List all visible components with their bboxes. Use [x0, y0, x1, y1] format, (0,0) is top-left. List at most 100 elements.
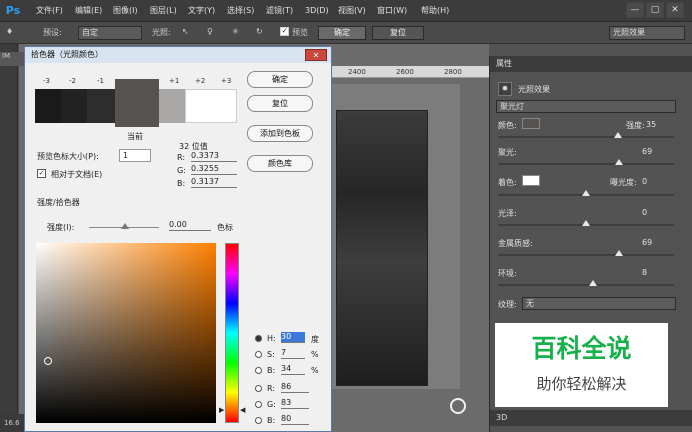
hue-slider[interactable]: [225, 243, 239, 423]
light-type-dropdown[interactable]: 聚光灯: [496, 100, 676, 113]
texture-label: 纹理:: [498, 300, 517, 309]
preview-checkbox[interactable]: ✓: [280, 27, 289, 36]
section-label: 强度/拾色器: [37, 198, 80, 207]
swatch-plus1[interactable]: [159, 89, 185, 123]
swatch-plus2[interactable]: [185, 89, 237, 123]
slider-thumb[interactable]: [615, 159, 624, 165]
menu-bar: Ps 文件(F) 编辑(E) 图像(I) 图层(L) 文字(Y) 选择(S) 滤…: [0, 0, 692, 22]
menu-file[interactable]: 文件(F): [36, 0, 63, 22]
metallic-label: 金属质感:: [498, 239, 533, 248]
b-label: B:: [267, 366, 276, 375]
options-bar: ♦ 预设: 自定 光照: ↖ ♀ ✳ ↻ ✓ 预览 确定 复位 光照效果: [0, 22, 692, 44]
light-effect-icon: ✹: [498, 82, 512, 96]
menu-type[interactable]: 文字(Y): [188, 0, 215, 22]
color-field-cursor[interactable]: [44, 357, 52, 365]
h-radio[interactable]: [255, 335, 262, 342]
metallic-slider[interactable]: [498, 250, 674, 256]
swatch-minus1[interactable]: [87, 89, 115, 123]
light-color-swatch[interactable]: [522, 118, 540, 129]
g32-field[interactable]: 0.3255: [191, 164, 237, 175]
dialog-title: 拾色器（光照颜色）: [25, 47, 331, 63]
intensity-value: 35: [646, 120, 657, 129]
menu-image[interactable]: 图像(I): [113, 0, 138, 22]
preview-label: 预览: [292, 28, 308, 37]
h-field[interactable]: 30: [281, 332, 305, 343]
hotspot-slider[interactable]: [498, 159, 674, 165]
hue-pointer-left[interactable]: ▶: [219, 406, 224, 414]
reset-button[interactable]: 复位: [247, 95, 313, 112]
point-light-icon[interactable]: ♀: [207, 27, 213, 36]
current-color-swatch[interactable]: [115, 79, 159, 127]
add-to-swatches-button[interactable]: 添加到色板: [247, 125, 313, 142]
intensity-slider[interactable]: [498, 132, 674, 138]
menu-help[interactable]: 帮助(H): [421, 0, 449, 22]
hotspot-label: 聚光:: [498, 148, 517, 157]
document-tab[interactable]: IM: [0, 52, 24, 66]
color-libraries-button[interactable]: 颜色库: [247, 155, 313, 172]
slider-thumb[interactable]: [589, 280, 598, 286]
preview-size-label: 预览色标大小(P):: [37, 152, 99, 161]
minimize-button[interactable]: —: [626, 2, 644, 18]
swatch-label: +1: [169, 77, 180, 85]
panel-header: 属性: [490, 56, 692, 72]
ok-button[interactable]: 确定: [247, 71, 313, 88]
preset-dropdown[interactable]: 自定: [78, 26, 142, 40]
swatch-minus3[interactable]: [35, 89, 61, 123]
s-radio[interactable]: [255, 351, 262, 358]
s-unit: %: [311, 350, 319, 359]
swatch-minus2[interactable]: [61, 89, 87, 123]
r32-field[interactable]: 0.3373: [191, 151, 237, 162]
s-field[interactable]: 7: [281, 348, 305, 359]
tint-swatch[interactable]: [522, 175, 540, 186]
slider-thumb[interactable]: [615, 250, 624, 256]
slider-thumb[interactable]: [582, 190, 590, 196]
r-field[interactable]: 86: [281, 382, 309, 393]
close-window-button[interactable]: ✕: [666, 2, 684, 18]
panel-3d-tab[interactable]: 3D: [490, 410, 692, 426]
ambience-slider[interactable]: [498, 280, 674, 286]
b-rgb-radio[interactable]: [255, 417, 262, 424]
menu-3d[interactable]: 3D(D): [305, 0, 329, 22]
menu-view[interactable]: 视图(V): [338, 0, 366, 22]
options-reset-button[interactable]: 复位: [372, 26, 424, 40]
exposure-value: 0: [642, 177, 648, 186]
hue-pointer-right[interactable]: ◀: [240, 406, 245, 414]
preview-size-dropdown[interactable]: 1: [119, 149, 151, 162]
b32-field[interactable]: 0.3137: [191, 177, 237, 188]
slider-thumb[interactable]: [582, 220, 590, 226]
texture-dropdown[interactable]: 无: [522, 297, 676, 310]
infinite-light-icon[interactable]: ✳: [232, 27, 239, 36]
rotate-light-icon[interactable]: ↻: [256, 27, 263, 36]
relative-checkbox[interactable]: ✓: [37, 169, 46, 178]
g-field[interactable]: 83: [281, 398, 309, 409]
menu-edit[interactable]: 编辑(E): [75, 0, 102, 22]
gloss-slider[interactable]: [498, 220, 674, 226]
effect-dropdown[interactable]: 光照效果: [609, 26, 685, 40]
gloss-value: 0: [642, 208, 648, 217]
intensity-field[interactable]: 0.00: [169, 220, 211, 231]
b-radio[interactable]: [255, 367, 262, 374]
b-rgb-field[interactable]: 80: [281, 414, 309, 425]
exposure-slider[interactable]: [498, 190, 674, 196]
r-radio[interactable]: [255, 385, 262, 392]
relative-label: 相对于文档(E): [51, 170, 103, 179]
menu-select[interactable]: 选择(S): [227, 0, 254, 22]
intensity-thumb[interactable]: [121, 223, 129, 229]
menu-filter[interactable]: 滤镜(T): [266, 0, 293, 22]
ruler-label: 2800: [444, 68, 462, 76]
document-image: [336, 110, 428, 386]
restore-button[interactable]: ▢: [646, 2, 664, 18]
r32-label: R:: [177, 153, 186, 162]
menu-layer[interactable]: 图层(L): [150, 0, 177, 22]
options-ok-button[interactable]: 确定: [318, 26, 366, 40]
spot-light-icon[interactable]: ↖: [182, 27, 189, 36]
ambience-value: 8: [642, 268, 648, 277]
menu-window[interactable]: 窗口(W): [377, 0, 407, 22]
b-field[interactable]: 34: [281, 364, 305, 375]
light-handle-icon[interactable]: [450, 398, 466, 414]
color-field[interactable]: [36, 243, 216, 423]
slider-thumb[interactable]: [613, 132, 622, 138]
dialog-close-button[interactable]: ✕: [305, 49, 327, 61]
tool-bar[interactable]: [0, 44, 18, 432]
g-radio[interactable]: [255, 401, 262, 408]
